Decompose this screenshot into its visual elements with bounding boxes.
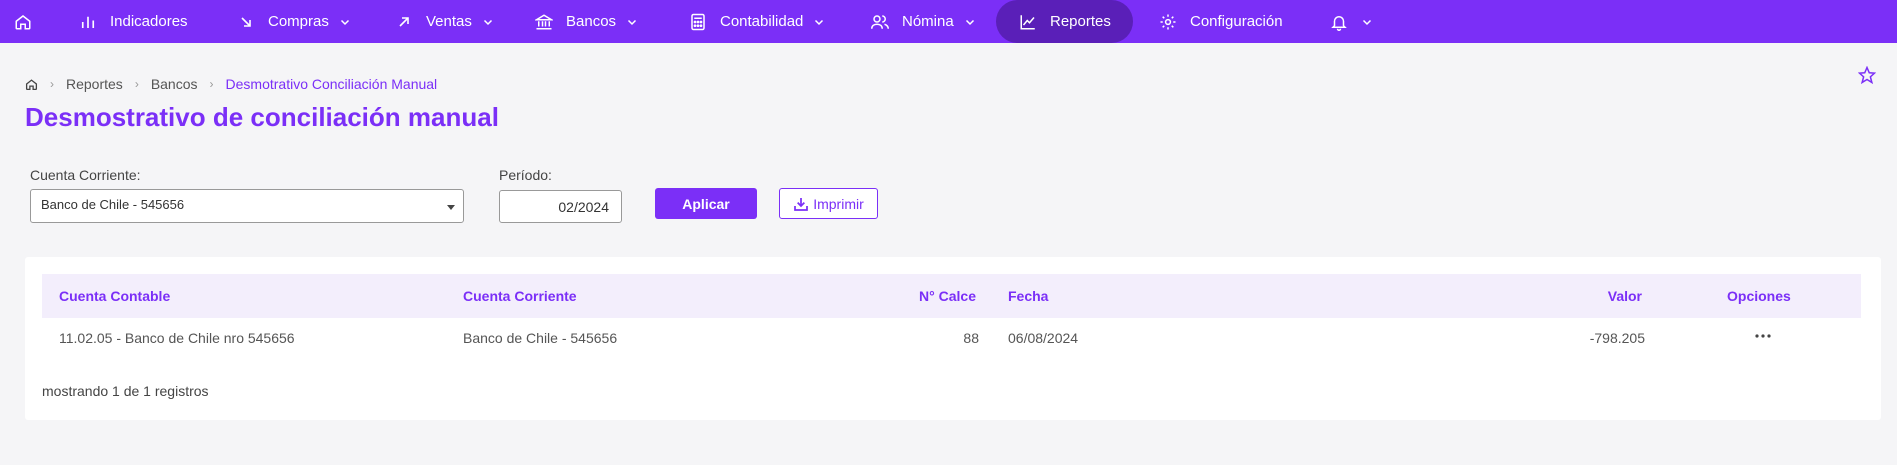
more-options-icon[interactable] — [1752, 328, 1774, 344]
chevron-right-icon: › — [50, 77, 54, 91]
breadcrumb-item-bancos[interactable]: Bancos — [151, 76, 198, 92]
arrow-up-right-icon — [394, 12, 414, 32]
column-header-valor[interactable]: Valor — [1608, 288, 1642, 304]
column-header-cuenta-corriente[interactable]: Cuenta Corriente — [463, 288, 577, 304]
nav-item-configuracion[interactable]: Configuración — [1158, 0, 1283, 43]
cell-cuenta-contable: 11.02.05 - Banco de Chile nro 545656 — [59, 330, 295, 346]
home-icon[interactable] — [25, 78, 38, 91]
breadcrumb-current: Desmotrativo Conciliación Manual — [225, 76, 438, 92]
nav-item-label: Indicadores — [110, 13, 188, 30]
results-card: Cuenta Contable Cuenta Corriente N° Calc… — [25, 257, 1881, 420]
apply-button[interactable]: Aplicar — [655, 188, 757, 219]
arrow-down-right-icon — [236, 12, 256, 32]
nav-item-nomina[interactable]: Nómina — [870, 0, 976, 43]
records-count: mostrando 1 de 1 registros — [42, 383, 209, 399]
gear-icon — [1158, 12, 1178, 32]
column-header-n-calce[interactable]: N° Calce — [919, 288, 976, 304]
cell-fecha: 06/08/2024 — [1008, 330, 1079, 346]
column-header-fecha[interactable]: Fecha — [1008, 288, 1048, 304]
users-icon — [870, 12, 890, 32]
chevron-down-icon — [339, 16, 351, 28]
nav-item-notifications[interactable] — [1329, 0, 1373, 43]
nav-item-indicadores[interactable]: Indicadores — [78, 0, 188, 43]
line-chart-icon — [1018, 12, 1038, 32]
nav-item-contabilidad[interactable]: Contabilidad — [688, 0, 825, 43]
nav-item-label: Compras — [268, 13, 329, 30]
cell-cuenta-corriente: Banco de Chile - 545656 — [463, 330, 618, 346]
account-select[interactable]: Banco de Chile - 545656 — [30, 189, 464, 223]
chevron-right-icon: › — [209, 77, 214, 91]
calculator-icon — [688, 12, 708, 32]
account-label: Cuenta Corriente: — [30, 167, 141, 183]
breadcrumb-item-reportes[interactable]: Reportes — [66, 76, 123, 92]
nav-item-bancos[interactable]: Bancos — [534, 0, 638, 43]
chevron-right-icon: › — [134, 77, 139, 91]
account-select-value: Banco de Chile - 545656 — [41, 197, 185, 212]
bank-icon — [534, 12, 554, 32]
bell-icon — [1329, 12, 1349, 32]
home-icon[interactable] — [12, 11, 34, 33]
nav-item-label: Configuración — [1190, 13, 1283, 30]
chevron-down-icon — [1361, 16, 1373, 28]
page-title: Desmostrativo de conciliación manual — [25, 102, 499, 132]
nav-item-label: Ventas — [426, 13, 472, 30]
bar-chart-icon — [78, 12, 98, 32]
cell-n-calce: 88 — [963, 330, 979, 346]
print-button-label: Imprimir — [813, 195, 864, 212]
column-header-opciones: Opciones — [1727, 288, 1791, 304]
chevron-down-icon — [964, 16, 976, 28]
cell-valor: -798.205 — [1589, 330, 1645, 346]
chevron-down-icon — [482, 16, 494, 28]
top-navigation: Indicadores Compras Ventas Bancos Contab… — [0, 0, 1897, 43]
nav-item-label: Reportes — [1050, 13, 1111, 30]
nav-item-ventas[interactable]: Ventas — [394, 0, 494, 43]
chevron-down-icon — [626, 16, 638, 28]
nav-item-reportes[interactable]: Reportes — [996, 0, 1133, 43]
nav-item-label: Contabilidad — [720, 13, 804, 30]
caret-down-icon — [447, 205, 455, 210]
favorite-star-icon[interactable] — [1857, 65, 1878, 86]
table-header: Cuenta Contable Cuenta Corriente N° Calc… — [42, 274, 1861, 318]
column-header-cuenta-contable[interactable]: Cuenta Contable — [59, 288, 170, 304]
chevron-down-icon — [813, 16, 825, 28]
print-button[interactable]: Imprimir — [779, 188, 878, 219]
breadcrumb: › Reportes › Bancos › Desmotrativo Conci… — [25, 75, 437, 93]
nav-item-compras[interactable]: Compras — [236, 0, 351, 43]
period-input[interactable] — [499, 190, 622, 223]
period-label: Período: — [499, 167, 552, 183]
nav-item-label: Bancos — [566, 13, 617, 30]
nav-item-label: Nómina — [902, 13, 954, 30]
download-icon — [793, 196, 809, 212]
